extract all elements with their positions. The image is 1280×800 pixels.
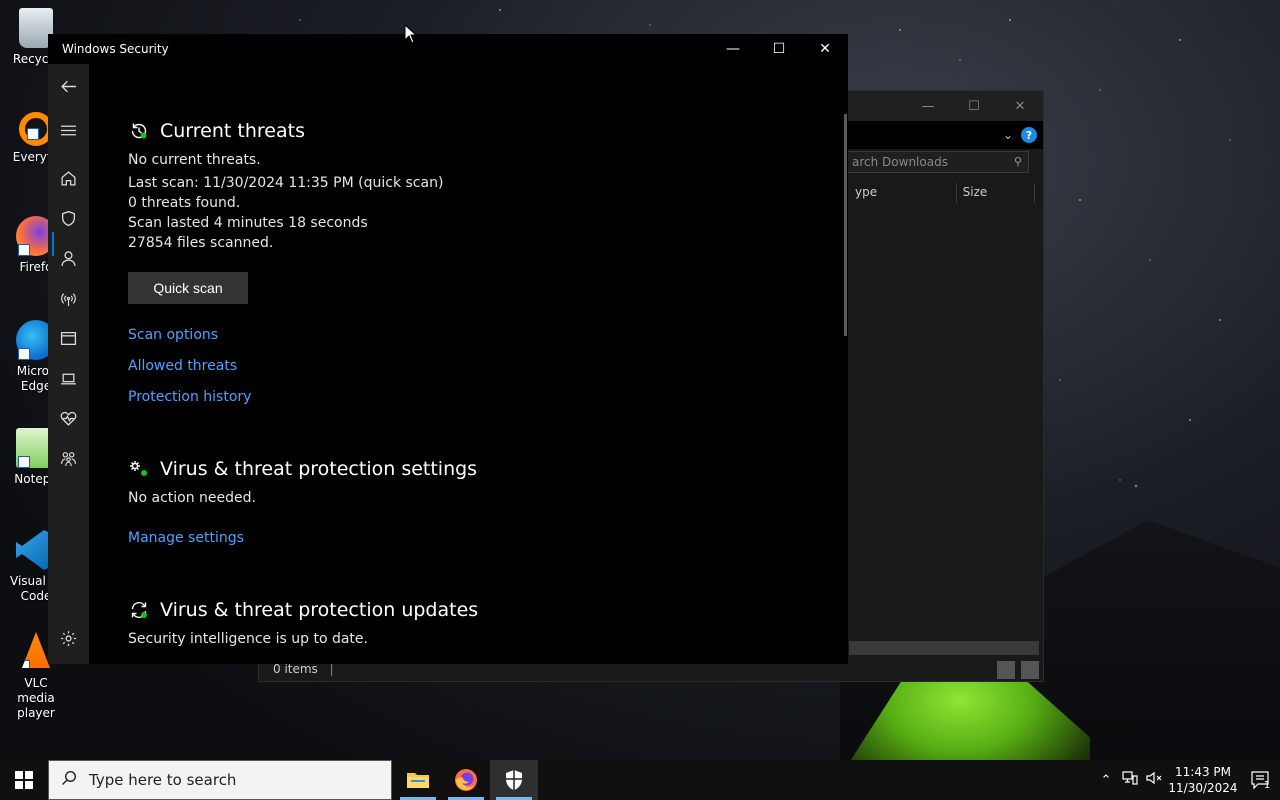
taskbar-clock[interactable]: 11:43 PM 11/30/2024 — [1166, 764, 1240, 796]
notification-count: 1 — [1263, 779, 1271, 791]
protection-updates-heading: Virus & threat protection updates — [128, 597, 828, 623]
shield-icon — [62, 210, 75, 226]
heart-pulse-icon — [60, 411, 77, 426]
section-title: Current threats — [160, 120, 305, 142]
clock-time: 11:43 PM — [1175, 765, 1231, 779]
taskbar-windows-security[interactable] — [490, 760, 538, 800]
details-view-icon[interactable] — [997, 661, 1015, 679]
windows-security-window[interactable]: Windows Security — ☐ ✕ Current threats N… — [48, 34, 848, 664]
help-icon[interactable]: ? — [1021, 127, 1037, 143]
network-icon[interactable] — [1118, 771, 1142, 789]
minimize-button[interactable]: — — [710, 34, 756, 64]
taskbar-file-explorer[interactable] — [394, 760, 442, 800]
clock-date: 11/30/2024 — [1168, 781, 1238, 795]
mouse-cursor-icon — [404, 24, 416, 44]
updates-status-text: Security intelligence is up to date. — [128, 631, 368, 647]
sidebar-item-account-protection[interactable] — [48, 240, 89, 276]
search-icon — [61, 770, 77, 790]
last-scan-text: Last scan: 11/30/2024 11:35 PM (quick sc… — [128, 175, 444, 191]
sidebar-item-app-browser[interactable] — [48, 320, 89, 356]
window-title: Windows Security — [62, 42, 169, 56]
files-scanned-text: 27854 files scanned. — [128, 235, 274, 251]
family-icon — [61, 451, 76, 466]
back-button[interactable] — [48, 68, 89, 104]
current-threats-heading: Current threats — [128, 118, 828, 144]
system-tray: ⌃ 11:43 PM 11/30/2024 1 — [1094, 760, 1280, 800]
large-icons-view-icon[interactable] — [1021, 661, 1039, 679]
person-icon — [61, 250, 76, 266]
column-header-type[interactable]: ype — [849, 183, 957, 203]
sidebar-item-home[interactable] — [48, 160, 89, 196]
back-arrow-icon — [61, 80, 76, 92]
wsec-titlebar[interactable]: Windows Security — ☐ ✕ — [48, 34, 848, 64]
wsec-vertical-scrollbar[interactable] — [844, 114, 847, 336]
explorer-column-headers: ype Size — [849, 183, 1035, 203]
chevron-down-icon[interactable]: ⌄ — [1003, 128, 1013, 142]
wireless-antenna-icon — [61, 292, 76, 306]
firefox-icon — [455, 769, 477, 791]
sidebar-item-settings[interactable] — [48, 620, 89, 656]
windows-logo-icon — [15, 771, 33, 789]
settings-gears-icon — [128, 458, 150, 480]
home-icon — [61, 170, 76, 186]
quick-scan-button[interactable]: Quick scan — [128, 272, 248, 304]
maximize-icon[interactable]: ☐ — [951, 91, 997, 121]
scan-options-link[interactable]: Scan options — [128, 325, 828, 345]
history-clock-icon — [128, 120, 150, 142]
threats-found-text: 0 threats found. — [128, 195, 241, 211]
sidebar-item-virus-protection[interactable] — [48, 200, 89, 236]
gear-icon — [61, 630, 76, 646]
taskbar-firefox[interactable] — [442, 760, 490, 800]
search-placeholder: arch Downloads — [852, 155, 948, 169]
action-center-button[interactable]: 1 — [1240, 770, 1280, 791]
hamburger-icon — [61, 125, 76, 135]
taskbar: Type here to search ⌃ 11:43 PM 11/30/202… — [0, 760, 1280, 800]
close-button[interactable]: ✕ — [802, 34, 848, 64]
wsec-content: Current threats No current threats. Last… — [128, 118, 828, 649]
laptop-icon — [61, 373, 76, 384]
browser-window-icon — [60, 331, 77, 345]
section-title: Virus & threat protection settings — [160, 458, 478, 480]
window-controls: — ☐ ✕ — [710, 34, 848, 64]
item-count: 0 items — [273, 662, 318, 676]
wsec-sidebar — [48, 64, 89, 664]
volume-muted-icon[interactable] — [1142, 771, 1166, 789]
search-placeholder: Type here to search — [89, 771, 237, 789]
protection-history-link[interactable]: Protection history — [128, 387, 828, 407]
view-toggle — [997, 661, 1039, 679]
allowed-threats-link[interactable]: Allowed threats — [128, 356, 828, 376]
column-header-size[interactable]: Size — [957, 183, 1035, 203]
protection-settings-heading: Virus & threat protection settings — [128, 456, 828, 482]
search-icon: ⚲ — [1013, 155, 1022, 168]
hamburger-menu-button[interactable] — [48, 112, 89, 148]
chevron-up-icon[interactable]: ⌃ — [1094, 773, 1118, 788]
start-button[interactable] — [0, 760, 48, 800]
sidebar-item-family-options[interactable] — [48, 440, 89, 476]
desktop-icon-label: VLC media player — [17, 676, 55, 720]
shield-icon — [506, 770, 522, 790]
sidebar-item-device-security[interactable] — [48, 360, 89, 396]
manage-settings-link[interactable]: Manage settings — [128, 528, 828, 548]
sidebar-item-firewall[interactable] — [48, 280, 89, 316]
explorer-search-input[interactable]: arch Downloads ⚲ — [845, 151, 1029, 173]
taskbar-search-input[interactable]: Type here to search — [48, 760, 392, 800]
folder-icon — [407, 773, 429, 788]
minimize-icon[interactable]: — — [905, 91, 951, 121]
scan-duration-text: Scan lasted 4 minutes 18 seconds — [128, 215, 368, 231]
sidebar-item-device-performance[interactable] — [48, 400, 89, 436]
close-icon[interactable]: ✕ — [997, 91, 1043, 121]
explorer-horizontal-scrollbar[interactable] — [849, 641, 1039, 655]
settings-status-text: No action needed. — [128, 490, 256, 506]
no-threats-text: No current threats. — [128, 152, 261, 168]
refresh-icon — [128, 599, 150, 621]
section-title: Virus & threat protection updates — [160, 599, 479, 621]
maximize-button[interactable]: ☐ — [756, 34, 802, 64]
